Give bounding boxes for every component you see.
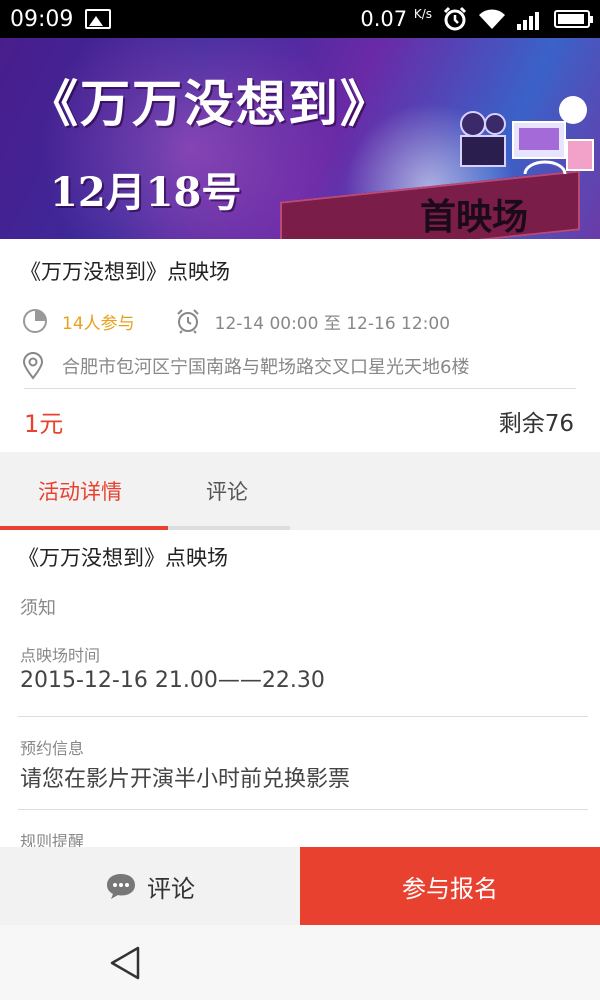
comment-button[interactable]: 评论 [0,847,300,925]
active-tab-indicator [0,526,168,530]
action-bar: 评论 参与报名 [0,847,600,925]
detail-tabs: 活动详情 评论 [0,452,600,530]
section-value: 请您在影片开演半小时前兑换影票 [20,767,351,792]
event-price: 1元 [24,410,64,438]
tab-activity-details[interactable]: 活动详情 [38,476,122,506]
film-projector-icon [460,96,594,175]
event-time-range: 12-14 00:00 至 12-16 12:00 [214,313,451,334]
wifi-icon [479,9,505,29]
event-meta: 14人参与 12-14 00:00 至 12-16 12:00 [22,308,450,334]
section-label: 点映场时间 [20,646,101,665]
section-value: 2015-12-16 21.00——22.30 [20,668,325,693]
section-label: 预约信息 [20,739,85,758]
status-right: 0.07 K/s [360,6,593,32]
participants-count: 14人参与 [62,313,135,334]
back-icon[interactable] [108,945,142,981]
notice-heading: 须知 [20,598,56,619]
tab-indicator-track [168,526,290,530]
event-title: 《万万没想到》点映场 [20,260,230,284]
signal-icon [517,12,539,30]
comment-button-label: 评论 [147,874,195,903]
alarm-clock-icon [176,309,199,334]
alarm-icon [443,6,467,31]
network-speed-unit: K/s [413,7,432,21]
remaining-count: 剩余76 [498,411,574,437]
tab-comments[interactable]: 评论 [206,476,248,506]
divider [24,388,576,389]
speech-bubble-icon [107,874,135,899]
event-location[interactable]: 合肥市包河区宁国南路与靶场路交叉口星光天地6楼 [22,352,469,380]
system-nav-bar [0,925,600,1000]
location-text: 合肥市包河区宁国南路与靶场路交叉口星光天地6楼 [62,357,470,378]
banner-badge: 首映场 [420,196,529,238]
image-icon [85,9,112,29]
status-time: 09:09 [10,6,74,32]
banner-title: 《万万没想到》 [28,74,392,133]
event-banner: 《万万没想到》 12月18号 首映场 [0,38,600,239]
status-bar: 09:09 0.07 K/s [0,0,600,38]
network-speed-value: 0.07 [360,7,408,31]
divider [18,809,588,810]
location-pin-icon [22,352,44,380]
pie-chart-icon [23,309,47,333]
battery-icon [554,10,593,28]
banner-date: 12月18号 [50,169,242,216]
divider [18,716,588,717]
signup-button[interactable]: 参与报名 [300,847,600,925]
detail-title: 《万万没想到》点映场 [18,546,228,570]
network-speed: 0.07 K/s [360,7,432,31]
